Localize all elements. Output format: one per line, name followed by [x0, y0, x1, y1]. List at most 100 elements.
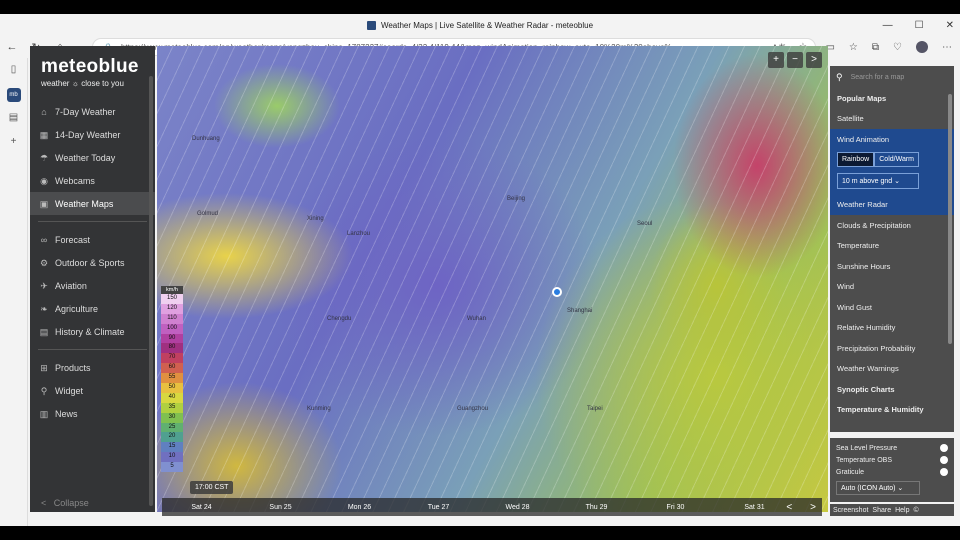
overlay-row: Sea Level Pressure [836, 442, 948, 454]
history-icon: ▤ [39, 326, 49, 337]
minimize-icon[interactable]: — [883, 20, 893, 31]
overlay-row: Temperature OBS [836, 454, 948, 466]
legend-step: 90 [161, 333, 183, 344]
timeline-day[interactable]: Thu 29 [557, 504, 636, 511]
map-item-wind-animation[interactable]: Wind Animation [830, 129, 954, 150]
toggle-panel-button[interactable]: > [806, 52, 822, 68]
sidebar-item-agriculture[interactable]: ❧ Agriculture [30, 297, 155, 320]
timeline-prev-button[interactable]: < [786, 502, 792, 513]
map-item[interactable]: Wind [830, 277, 954, 298]
wind-streaks [157, 46, 828, 512]
city-label: Xining [307, 216, 324, 222]
pdf-tab-icon[interactable]: ▤ [7, 112, 21, 126]
sidebar-item-aviation[interactable]: ✈ Aviation [30, 274, 155, 297]
timeline-day[interactable]: Mon 26 [320, 504, 399, 511]
collections-icon[interactable]: ⧉ [872, 42, 879, 53]
location-marker[interactable] [552, 287, 562, 297]
legend-step: 60 [161, 363, 183, 374]
favorites-icon[interactable]: ☆ [849, 42, 858, 53]
city-label: Taipei [587, 406, 603, 412]
map-item-satellite[interactable]: Satellite [830, 109, 954, 130]
map-item[interactable]: Relative Humidity [830, 318, 954, 339]
divider [38, 349, 147, 350]
sidebar-item-14-day[interactable]: ▦ 14-Day Weather [30, 123, 155, 146]
back-icon[interactable]: ← [0, 41, 24, 53]
legend-step: 35 [161, 402, 183, 413]
zoom-out-button[interactable]: − [787, 52, 803, 68]
wind-speed-legend: km/h 150 120 110 100 90 80 70 60 55 50 40 35 30 25 20 1… [161, 286, 183, 473]
add-icon[interactable]: + [7, 136, 21, 150]
section-synoptic[interactable]: Synoptic Charts [830, 379, 954, 400]
city-label: Golmud [197, 211, 219, 217]
map-item[interactable]: Precipitation Probability [830, 338, 954, 359]
logo[interactable]: meteoblue weather ☼ close to you [30, 46, 155, 88]
timeline-day[interactable]: Sat 24 [162, 504, 241, 511]
close-icon[interactable]: ✕ [946, 20, 954, 31]
section-temp-humidity[interactable]: Temperature & Humidity [830, 400, 954, 421]
cart-icon: ⊞ [40, 362, 48, 373]
collapse-button[interactable]: < Collapse [41, 498, 89, 508]
sidebar-item-news[interactable]: ▥ News [30, 402, 155, 425]
city-label: Kunming [307, 406, 331, 412]
legend-step: 70 [161, 353, 183, 364]
maximize-icon[interactable]: ☐ [915, 20, 924, 31]
timeline-day[interactable]: Sat 31 [715, 504, 794, 511]
sidebar-item-webcams[interactable]: ◉ Webcams [30, 169, 155, 192]
bike-icon: ⚙ [39, 257, 49, 268]
screenshot-link[interactable]: Screenshot [833, 507, 868, 514]
map-controls: + − > [768, 52, 822, 68]
search-input[interactable]: Search for a map [851, 74, 905, 81]
overlay-toggle[interactable] [940, 468, 948, 476]
copyright-link[interactable]: © [914, 507, 919, 514]
sidebar-item-forecast[interactable]: ∞ Forecast [30, 228, 155, 251]
extensions-icon[interactable]: ♡ [893, 42, 902, 53]
avatar[interactable] [916, 41, 928, 53]
map-item[interactable]: Wind Gust [830, 297, 954, 318]
panel-scrollbar[interactable] [948, 94, 952, 344]
overlay-toggle[interactable] [940, 456, 948, 464]
sidebar-scrollbar[interactable] [149, 76, 153, 506]
time-badge: 17:00 CST [190, 481, 234, 494]
map-item[interactable]: Temperature [830, 236, 954, 257]
chevron-down-icon: ⌄ [894, 177, 901, 185]
sidebar-item-widget[interactable]: ⚲ Widget [30, 379, 155, 402]
map-search[interactable]: ⚲ Search for a map [830, 66, 954, 88]
timeline-day[interactable]: Tue 27 [399, 504, 478, 511]
sidebar-item-history[interactable]: ▤ History & Climate [30, 320, 155, 343]
map-item[interactable]: Sunshine Hours [830, 256, 954, 277]
rainbow-button[interactable]: Rainbow [837, 151, 875, 167]
model-select[interactable]: Auto (ICON Auto) ⌄ [836, 481, 920, 495]
sidebar-item-7-day[interactable]: ⌂ 7-Day Weather [30, 100, 155, 123]
timeline-day[interactable]: Sun 25 [241, 504, 320, 511]
legend-step: 20 [161, 432, 183, 443]
glasses-icon: ∞ [40, 234, 48, 245]
sidebar-item-outdoor[interactable]: ⚙ Outdoor & Sports [30, 251, 155, 274]
sidebar-item-weather-maps[interactable]: ▣ Weather Maps [30, 192, 155, 215]
cold-warm-button[interactable]: Cold/Warm [874, 151, 919, 167]
level-select[interactable]: 10 m above gnd ⌄ [837, 172, 919, 189]
map-layer-panel: ⚲ Search for a map Popular Maps Satellit… [830, 66, 954, 432]
overlay-row: Graticule [836, 466, 948, 478]
palette-toggle: Rainbow Cold/Warm [837, 151, 947, 167]
edge-sidebar: ▯ mb ▤ + [0, 58, 28, 526]
meteoblue-tab-icon[interactable]: mb [6, 88, 21, 102]
logo-name: meteoblue [41, 56, 139, 77]
tabs-icon[interactable]: ▯ [7, 64, 21, 78]
sidebar-item-weather-today[interactable]: ☂ Weather Today [30, 146, 155, 169]
weather-map[interactable]: Dunhuang Golmud Xining Lanzhou Chengdu K… [157, 46, 828, 512]
sidebar-item-products[interactable]: ⊞ Products [30, 356, 155, 379]
timeline-next-button[interactable]: > [810, 502, 816, 513]
more-icon[interactable]: ⋯ [942, 42, 952, 53]
legend-step: 50 [161, 383, 183, 393]
timeline-day[interactable]: Fri 30 [636, 504, 715, 511]
legend-unit: km/h [161, 286, 183, 294]
map-item[interactable]: Weather Warnings [830, 359, 954, 380]
help-link[interactable]: Help [895, 507, 909, 514]
map-item[interactable]: Clouds & Precipitation [830, 215, 954, 236]
timeline-day[interactable]: Wed 28 [478, 504, 557, 511]
map-item-weather-radar[interactable]: Weather Radar [830, 195, 954, 216]
share-link[interactable]: Share [872, 507, 891, 514]
zoom-in-button[interactable]: + [768, 52, 784, 68]
city-label: Shanghai [567, 308, 593, 314]
overlay-toggle[interactable] [940, 444, 948, 452]
